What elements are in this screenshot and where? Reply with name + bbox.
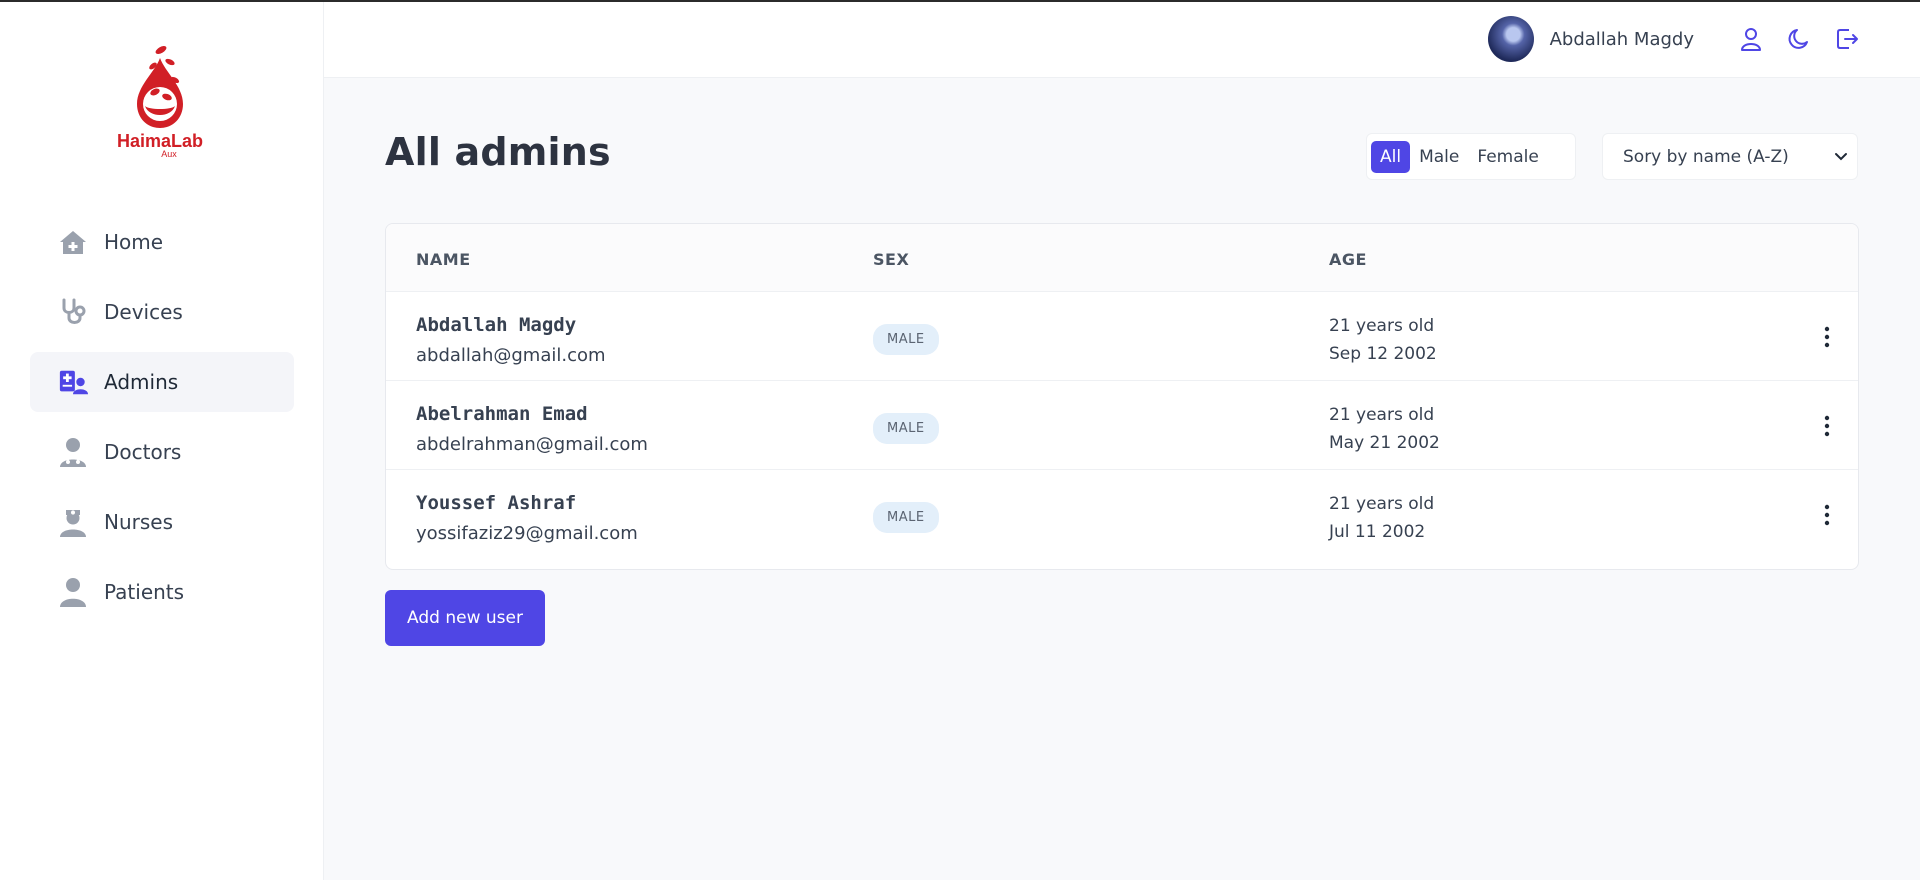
admin-name: Youssef Ashraf — [416, 492, 577, 514]
sex-badge: MALE — [873, 324, 939, 355]
admin-age: 21 years old — [1329, 494, 1435, 514]
avatar[interactable] — [1487, 16, 1534, 62]
chevron-down-icon — [1835, 153, 1847, 161]
logo-subtitle: Aux — [161, 149, 177, 159]
blood-drop-logo-icon — [137, 46, 183, 128]
more-options-icon[interactable] — [1814, 500, 1840, 530]
page-title: All admins — [385, 130, 611, 174]
header-actions — [1738, 26, 1860, 52]
admin-email: abdelrahman@gmail.com — [416, 434, 648, 455]
admin-age: 21 years old — [1329, 405, 1435, 425]
admin-age: 21 years old — [1329, 316, 1435, 336]
app-logo[interactable]: HaimaLab Aux — [110, 40, 210, 159]
sidebar-item-label: Patients — [104, 580, 185, 604]
logo-name: HaimaLab — [116, 131, 204, 151]
admin-name: Abdallah Magdy — [416, 314, 577, 336]
admin-email: abdallah@gmail.com — [416, 345, 606, 366]
sidebar-nav: Home Devices Admins Doctors Nurses Patie… — [30, 212, 294, 632]
logout-icon[interactable] — [1834, 26, 1860, 52]
moon-icon[interactable] — [1786, 26, 1812, 52]
more-options-icon[interactable] — [1814, 411, 1840, 441]
sex-badge: MALE — [873, 413, 939, 444]
patient-icon — [58, 577, 88, 607]
admin-birthdate: May 21 2002 — [1329, 433, 1440, 453]
column-header-age: AGE — [1329, 250, 1367, 269]
filter-all-button[interactable]: All — [1371, 140, 1411, 173]
sidebar-item-devices[interactable]: Devices — [30, 282, 294, 342]
sidebar-item-admins[interactable]: Admins — [30, 352, 294, 412]
stethoscope-icon — [58, 297, 88, 327]
column-header-sex: SEX — [873, 250, 910, 269]
user-profile[interactable]: Abdallah Magdy — [1487, 16, 1694, 62]
table-header: NAME SEX AGE — [386, 224, 1858, 292]
table-row[interactable]: Youssef Ashraf yossifaziz29@gmail.com MA… — [386, 470, 1858, 559]
admin-icon — [58, 367, 88, 397]
user-icon[interactable] — [1738, 26, 1764, 52]
sort-select-value: Sory by name (A-Z) — [1623, 146, 1789, 167]
filter-female-button[interactable]: Female — [1468, 141, 1547, 173]
table-row[interactable]: Abelrahman Emad abdelrahman@gmail.com MA… — [386, 381, 1858, 470]
sort-select[interactable]: Sory by name (A-Z) — [1602, 133, 1858, 180]
sidebar-item-label: Devices — [104, 300, 183, 324]
sex-badge: MALE — [873, 502, 939, 533]
user-name: Abdallah Magdy — [1549, 28, 1694, 50]
admins-table: NAME SEX AGE Abdallah Magdy abdallah@gma… — [385, 223, 1859, 570]
top-header: Abdallah Magdy — [324, 2, 1920, 78]
admin-name: Abelrahman Emad — [416, 403, 588, 425]
sidebar-item-nurses[interactable]: Nurses — [30, 492, 294, 552]
admin-email: yossifaziz29@gmail.com — [416, 523, 638, 544]
sidebar-item-doctors[interactable]: Doctors — [30, 422, 294, 482]
sidebar-item-label: Admins — [104, 370, 179, 394]
sidebar-item-label: Nurses — [104, 510, 174, 534]
sidebar-item-home[interactable]: Home — [30, 212, 294, 272]
home-icon — [58, 227, 88, 257]
admin-birthdate: Sep 12 2002 — [1329, 344, 1437, 364]
sidebar-item-label: Doctors — [104, 440, 182, 464]
filter-male-button[interactable]: Male — [1410, 141, 1468, 173]
admin-birthdate: Jul 11 2002 — [1329, 522, 1426, 542]
sidebar: HaimaLab Aux Home Devices Admins Doctors… — [0, 2, 324, 880]
nurse-icon — [58, 507, 88, 537]
table-row[interactable]: Abdallah Magdy abdallah@gmail.com MALE 2… — [386, 292, 1858, 381]
doctor-icon — [58, 437, 88, 467]
sidebar-item-label: Home — [104, 230, 164, 254]
add-new-user-button[interactable]: Add new user — [385, 590, 545, 646]
sex-filter-group: All Male Female — [1366, 133, 1576, 180]
sidebar-item-patients[interactable]: Patients — [30, 562, 294, 622]
more-options-icon[interactable] — [1814, 322, 1840, 352]
column-header-name: NAME — [416, 250, 471, 269]
